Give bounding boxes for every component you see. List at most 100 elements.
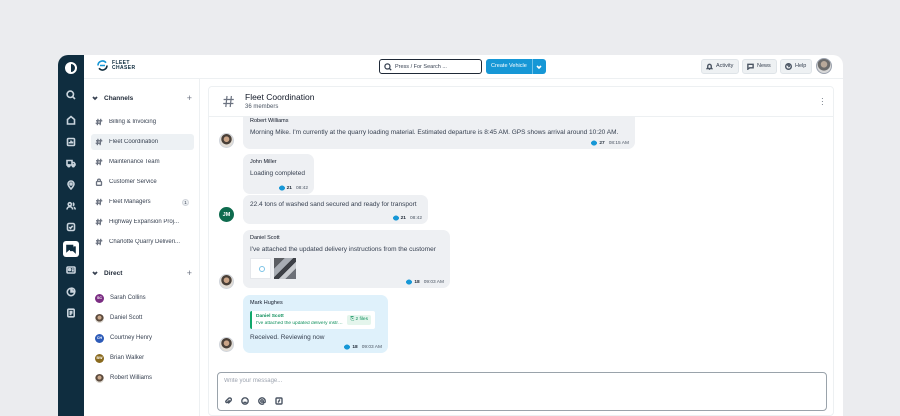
member-count: 36 members [245, 104, 279, 110]
create-vehicle-dropdown[interactable] [531, 59, 546, 74]
id-card-icon[interactable] [63, 262, 79, 278]
add-direct-message-icon[interactable]: + [187, 268, 192, 278]
channel-fleet-managers[interactable]: Fleet Managers 1 [91, 194, 194, 210]
hash-icon [95, 198, 103, 206]
slash-command-icon[interactable] [275, 397, 283, 405]
message-time: 08:42 [295, 185, 308, 191]
message-meta: 27 08:15 AM [591, 140, 629, 146]
top-bar: FLEETCHASER Create Vehicle Activity News… [84, 55, 843, 79]
channel-label: Customer Service [109, 179, 157, 185]
view-count: 27 [599, 140, 605, 146]
channel-fleet-coordination[interactable]: Fleet Coordination [91, 134, 194, 150]
document-icon[interactable] [63, 305, 79, 321]
more-options-icon[interactable]: · · · [821, 95, 825, 109]
news-label: News [757, 63, 771, 69]
avatar [219, 133, 234, 148]
composer-toolbar [224, 397, 283, 405]
channel-billing-invoicing[interactable]: Billing & Invoicing [91, 114, 194, 130]
bell-icon [706, 63, 713, 70]
channel-customer-service[interactable]: Customer Service [91, 174, 194, 190]
attachment-image-thumbnail[interactable] [274, 258, 296, 279]
dashboard-icon[interactable] [63, 134, 79, 150]
dm-sarah-collins[interactable]: SC Sarah Collins [95, 291, 146, 305]
message-sender: Mark Hughes [250, 300, 283, 306]
avatar [219, 337, 234, 352]
message-meta: 18 09:03 AM [344, 344, 382, 350]
message-meta: 21 08:42 [392, 215, 422, 221]
message-sender: John Miller [250, 159, 277, 165]
hash-icon [95, 138, 103, 146]
chevron-down-icon [536, 64, 542, 69]
message-bubble[interactable]: Daniel Scott I've attached the updated d… [243, 230, 450, 288]
search-icon [384, 62, 392, 71]
reports-pie-icon[interactable] [63, 284, 79, 300]
message-time: 08:15 AM [608, 140, 629, 146]
avatar: JM [219, 207, 234, 222]
search-icon[interactable] [63, 87, 79, 103]
channel-charlotte-quarry[interactable]: Charlotte Quarry Deliveri... [91, 234, 194, 250]
app-window: FLEETCHASER Create Vehicle Activity News… [58, 55, 843, 416]
search-input[interactable] [395, 63, 480, 70]
avatar: SC [95, 293, 104, 303]
files-count: 2 files [355, 317, 368, 322]
dm-brian-walker[interactable]: BW Brian Walker [95, 351, 144, 365]
checklist-icon[interactable] [63, 219, 79, 235]
home-icon[interactable] [63, 112, 79, 128]
activity-button[interactable]: Activity [701, 59, 740, 74]
avatar [95, 373, 104, 383]
message-text: 22.4 tons of washed sand secured and rea… [250, 201, 417, 208]
quoted-message[interactable]: Daniel Scott I've attached the updated d… [250, 311, 375, 329]
lock-icon [95, 178, 103, 186]
user-avatar[interactable] [816, 58, 832, 74]
quoted-files-badge[interactable]: ⎘ 2 files [347, 315, 371, 325]
eye-icon [278, 185, 285, 191]
help-label: Help [795, 63, 807, 69]
app-logo-icon[interactable] [65, 62, 77, 74]
channel-highway-expansion[interactable]: Highway Expansion Proj... [91, 214, 194, 230]
fleet-chaser-logo-icon [97, 60, 108, 71]
paperclip-icon: ⎘ [350, 317, 355, 322]
attachment-document-thumbnail[interactable] [250, 258, 271, 279]
users-icon[interactable] [63, 198, 79, 214]
dm-name: Daniel Scott [110, 315, 143, 321]
create-vehicle-button[interactable]: Create Vehicle [486, 59, 532, 74]
dm-robert-williams[interactable]: Robert Williams [95, 371, 152, 385]
message-sender: Daniel Scott [250, 235, 280, 241]
direct-section-header[interactable]: Direct + [92, 267, 192, 279]
truck-icon[interactable] [63, 155, 79, 171]
news-button[interactable]: News [742, 59, 777, 74]
emoji-icon[interactable] [241, 397, 249, 405]
chat-icon[interactable] [63, 241, 79, 257]
create-vehicle-split-button: Create Vehicle [486, 59, 546, 74]
add-channel-icon[interactable]: + [187, 93, 192, 103]
message-bubble-reply[interactable]: Mark Hughes Daniel Scott I've attached t… [243, 295, 388, 353]
paperclip-icon[interactable] [224, 397, 232, 405]
activity-label: Activity [716, 63, 734, 69]
channel-label: Fleet Managers [109, 199, 151, 205]
mention-icon[interactable] [258, 397, 266, 405]
channel-label: Charlotte Quarry Deliveri... [109, 239, 181, 245]
hash-icon [95, 158, 103, 166]
global-search[interactable] [379, 59, 482, 74]
avatar: BW [95, 353, 104, 363]
direct-title: Direct [104, 269, 123, 277]
message-input[interactable] [224, 378, 814, 390]
channel-title: Fleet Coordination [245, 92, 315, 102]
dm-daniel-scott[interactable]: Daniel Scott [95, 311, 142, 325]
channels-section-header[interactable]: Channels + [92, 92, 192, 104]
message-bubble[interactable]: John Miller Loading completed 21 08:42 [243, 154, 314, 194]
message-text: Loading completed [250, 170, 305, 177]
channel-maintenance-team[interactable]: Maintenance Team [91, 154, 194, 170]
dm-courtney-henry[interactable]: CH Courtney Henry [95, 331, 152, 345]
message-text: Received. Reviewing now [250, 334, 325, 341]
help-button[interactable]: Help [780, 59, 813, 74]
message-time: 09:03 AM [361, 344, 382, 350]
message-text: Morning Mike. I'm currently at the quarr… [250, 129, 619, 136]
hash-icon [95, 218, 103, 226]
brand-logo[interactable]: FLEET CHASER [96, 59, 136, 72]
message-bubble[interactable]: 22.4 tons of washed sand secured and rea… [243, 195, 428, 224]
chevron-down-icon [92, 271, 98, 276]
location-pin-icon[interactable] [63, 177, 79, 193]
message-composer [217, 372, 827, 411]
chat-panel: Fleet Coordination 36 members · · · Robert… [208, 86, 834, 416]
